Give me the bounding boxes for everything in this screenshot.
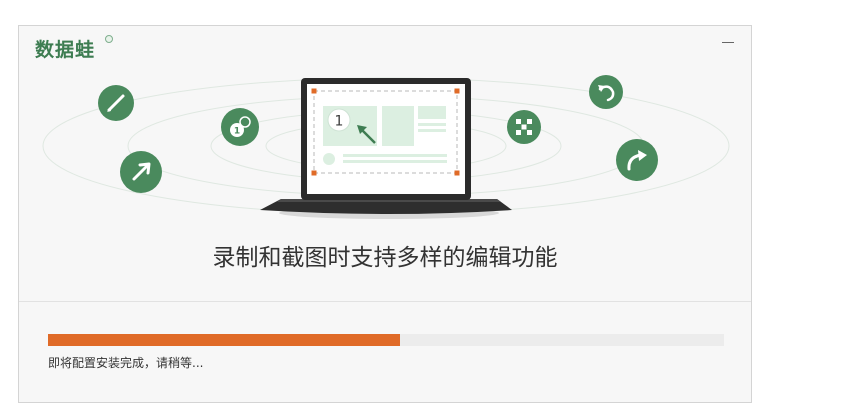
install-progress-bar	[48, 334, 724, 346]
redo-icon	[616, 139, 658, 181]
divider	[19, 301, 751, 302]
feature-illustration: 1 1	[42, 75, 730, 219]
mosaic-icon	[507, 110, 541, 144]
pen-icon	[98, 85, 134, 121]
install-status-text: 即将配置安装完成，请稍等...	[48, 356, 204, 370]
number-marker-icon: 1	[221, 108, 259, 146]
arrow-icon	[120, 151, 162, 193]
installer-window: 数据蛙 1 1 录制和截图时支持多样的编辑功能 即将配置安装完成，请稍等...	[18, 25, 752, 403]
install-progress-fill	[48, 334, 400, 346]
number-marker-label: 1	[335, 114, 344, 130]
undo-icon	[589, 75, 623, 109]
svg-text:1: 1	[234, 127, 240, 137]
feature-headline: 录制和截图时支持多样的编辑功能	[212, 245, 558, 271]
